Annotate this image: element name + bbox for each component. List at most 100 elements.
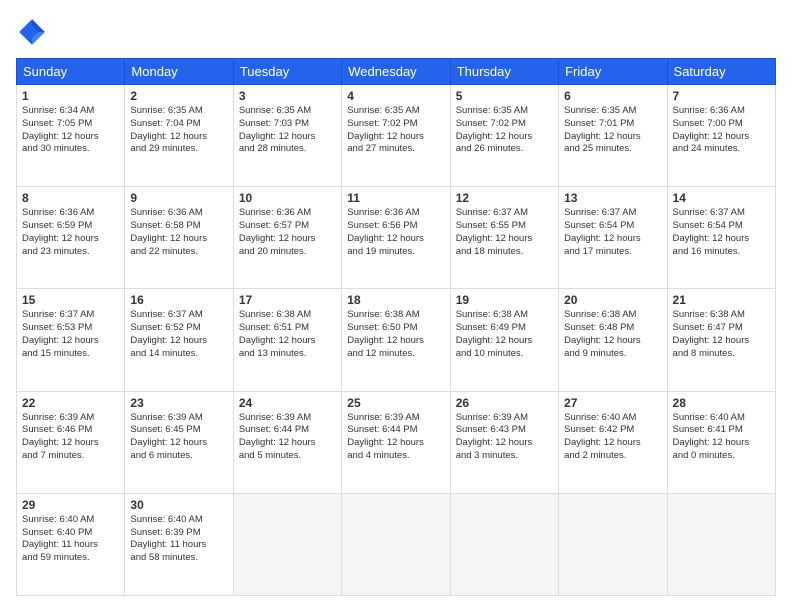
day-info: Sunrise: 6:39 AM Sunset: 6:44 PM Dayligh… (347, 412, 444, 463)
calendar-table: SundayMondayTuesdayWednesdayThursdayFrid… (16, 58, 776, 596)
day-number: 28 (673, 396, 770, 410)
day-number: 11 (347, 191, 444, 205)
day-info: Sunrise: 6:37 AM Sunset: 6:55 PM Dayligh… (456, 207, 553, 258)
weekday-header-cell: Wednesday (342, 59, 450, 85)
calendar-day-cell: 27 Sunrise: 6:40 AM Sunset: 6:42 PM Dayli… (559, 391, 667, 493)
calendar-day-cell: 21Sunrise: 6:38 AM Sunset: 6:47 PM Dayli… (667, 289, 775, 391)
day-info: Sunrise: 6:39 AM Sunset: 6:45 PM Dayligh… (130, 412, 227, 463)
calendar-day-cell: 22 Sunrise: 6:39 AM Sunset: 6:46 PM Dayli… (17, 391, 125, 493)
day-number: 1 (22, 89, 119, 103)
day-info: Sunrise: 6:40 AM Sunset: 6:42 PM Dayligh… (564, 412, 661, 463)
logo-icon (16, 16, 48, 48)
weekday-header-row: SundayMondayTuesdayWednesdayThursdayFrid… (17, 59, 776, 85)
calendar-day-cell: 18 Sunrise: 6:38 AM Sunset: 6:50 PM Dayli… (342, 289, 450, 391)
weekday-header-cell: Monday (125, 59, 233, 85)
day-info: Sunrise: 6:36 AM Sunset: 6:59 PM Dayligh… (22, 207, 119, 258)
day-info: Sunrise: 6:35 AM Sunset: 7:02 PM Dayligh… (456, 105, 553, 156)
day-number: 12 (456, 191, 553, 205)
calendar-week-row: 15Sunrise: 6:37 AM Sunset: 6:53 PM Dayli… (17, 289, 776, 391)
day-info: Sunrise: 6:40 AM Sunset: 6:40 PM Dayligh… (22, 514, 119, 565)
calendar-day-cell: 12 Sunrise: 6:37 AM Sunset: 6:55 PM Dayli… (450, 187, 558, 289)
day-number: 25 (347, 396, 444, 410)
weekday-header-cell: Tuesday (233, 59, 341, 85)
day-number: 22 (22, 396, 119, 410)
calendar-day-cell: 23 Sunrise: 6:39 AM Sunset: 6:45 PM Dayli… (125, 391, 233, 493)
day-number: 3 (239, 89, 336, 103)
day-info: Sunrise: 6:40 AM Sunset: 6:39 PM Dayligh… (130, 514, 227, 565)
calendar-day-cell: 11 Sunrise: 6:36 AM Sunset: 6:56 PM Dayli… (342, 187, 450, 289)
day-info: Sunrise: 6:36 AM Sunset: 6:57 PM Dayligh… (239, 207, 336, 258)
day-number: 8 (22, 191, 119, 205)
day-number: 15 (22, 293, 119, 307)
day-number: 20 (564, 293, 661, 307)
calendar-day-cell: 15Sunrise: 6:37 AM Sunset: 6:53 PM Dayli… (17, 289, 125, 391)
calendar-day-cell: 16 Sunrise: 6:37 AM Sunset: 6:52 PM Dayli… (125, 289, 233, 391)
day-number: 5 (456, 89, 553, 103)
calendar-day-cell: 25 Sunrise: 6:39 AM Sunset: 6:44 PM Dayli… (342, 391, 450, 493)
day-info: Sunrise: 6:37 AM Sunset: 6:54 PM Dayligh… (673, 207, 770, 258)
calendar-day-cell: 5 Sunrise: 6:35 AM Sunset: 7:02 PM Daylig… (450, 85, 558, 187)
calendar-day-cell (667, 493, 775, 595)
day-info: Sunrise: 6:34 AM Sunset: 7:05 PM Dayligh… (22, 105, 119, 156)
calendar-day-cell: 1 Sunrise: 6:34 AM Sunset: 7:05 PM Daylig… (17, 85, 125, 187)
weekday-header-cell: Sunday (17, 59, 125, 85)
calendar-day-cell: 9 Sunrise: 6:36 AM Sunset: 6:58 PM Daylig… (125, 187, 233, 289)
calendar-day-cell: 19 Sunrise: 6:38 AM Sunset: 6:49 PM Dayli… (450, 289, 558, 391)
calendar-day-cell: 20Sunrise: 6:38 AM Sunset: 6:48 PM Dayli… (559, 289, 667, 391)
day-info: Sunrise: 6:39 AM Sunset: 6:44 PM Dayligh… (239, 412, 336, 463)
day-number: 30 (130, 498, 227, 512)
weekday-header-cell: Friday (559, 59, 667, 85)
calendar-day-cell: 13 Sunrise: 6:37 AM Sunset: 6:54 PM Dayli… (559, 187, 667, 289)
day-info: Sunrise: 6:35 AM Sunset: 7:01 PM Dayligh… (564, 105, 661, 156)
calendar-day-cell (450, 493, 558, 595)
calendar-week-row: 29 Sunrise: 6:40 AM Sunset: 6:40 PM Dayli… (17, 493, 776, 595)
calendar-day-cell: 3 Sunrise: 6:35 AM Sunset: 7:03 PM Daylig… (233, 85, 341, 187)
calendar-day-cell: 6 Sunrise: 6:35 AM Sunset: 7:01 PM Daylig… (559, 85, 667, 187)
day-info: Sunrise: 6:35 AM Sunset: 7:03 PM Dayligh… (239, 105, 336, 156)
calendar-day-cell: 30 Sunrise: 6:40 AM Sunset: 6:39 PM Dayli… (125, 493, 233, 595)
day-info: Sunrise: 6:36 AM Sunset: 6:56 PM Dayligh… (347, 207, 444, 258)
calendar-day-cell: 14 Sunrise: 6:37 AM Sunset: 6:54 PM Dayli… (667, 187, 775, 289)
calendar-day-cell: 4Sunrise: 6:35 AM Sunset: 7:02 PM Daylig… (342, 85, 450, 187)
day-info: Sunrise: 6:35 AM Sunset: 7:04 PM Dayligh… (130, 105, 227, 156)
calendar-day-cell (559, 493, 667, 595)
page: SundayMondayTuesdayWednesdayThursdayFrid… (0, 0, 792, 612)
calendar-day-cell: 7 Sunrise: 6:36 AM Sunset: 7:00 PM Daylig… (667, 85, 775, 187)
day-number: 13 (564, 191, 661, 205)
day-info: Sunrise: 6:37 AM Sunset: 6:52 PM Dayligh… (130, 309, 227, 360)
day-number: 19 (456, 293, 553, 307)
day-info: Sunrise: 6:40 AM Sunset: 6:41 PM Dayligh… (673, 412, 770, 463)
calendar-day-cell (342, 493, 450, 595)
day-info: Sunrise: 6:39 AM Sunset: 6:46 PM Dayligh… (22, 412, 119, 463)
day-number: 7 (673, 89, 770, 103)
day-info: Sunrise: 6:38 AM Sunset: 6:50 PM Dayligh… (347, 309, 444, 360)
day-info: Sunrise: 6:38 AM Sunset: 6:47 PM Dayligh… (673, 309, 770, 360)
day-number: 29 (22, 498, 119, 512)
day-number: 24 (239, 396, 336, 410)
calendar-day-cell (233, 493, 341, 595)
day-number: 16 (130, 293, 227, 307)
day-info: Sunrise: 6:36 AM Sunset: 6:58 PM Dayligh… (130, 207, 227, 258)
weekday-header-cell: Thursday (450, 59, 558, 85)
day-info: Sunrise: 6:37 AM Sunset: 6:54 PM Dayligh… (564, 207, 661, 258)
calendar-day-cell: 28 Sunrise: 6:40 AM Sunset: 6:41 PM Dayli… (667, 391, 775, 493)
calendar-week-row: 8 Sunrise: 6:36 AM Sunset: 6:59 PM Daylig… (17, 187, 776, 289)
day-number: 6 (564, 89, 661, 103)
day-number: 27 (564, 396, 661, 410)
weekday-header-cell: Saturday (667, 59, 775, 85)
header (16, 16, 776, 48)
day-number: 23 (130, 396, 227, 410)
day-number: 9 (130, 191, 227, 205)
calendar-day-cell: 2Sunrise: 6:35 AM Sunset: 7:04 PM Daylig… (125, 85, 233, 187)
calendar-day-cell: 29 Sunrise: 6:40 AM Sunset: 6:40 PM Dayli… (17, 493, 125, 595)
day-number: 18 (347, 293, 444, 307)
calendar-day-cell: 26Sunrise: 6:39 AM Sunset: 6:43 PM Dayli… (450, 391, 558, 493)
day-info: Sunrise: 6:38 AM Sunset: 6:49 PM Dayligh… (456, 309, 553, 360)
day-number: 14 (673, 191, 770, 205)
day-number: 17 (239, 293, 336, 307)
day-number: 10 (239, 191, 336, 205)
calendar-week-row: 1 Sunrise: 6:34 AM Sunset: 7:05 PM Daylig… (17, 85, 776, 187)
calendar-day-cell: 17Sunrise: 6:38 AM Sunset: 6:51 PM Dayli… (233, 289, 341, 391)
day-info: Sunrise: 6:39 AM Sunset: 6:43 PM Dayligh… (456, 412, 553, 463)
day-info: Sunrise: 6:36 AM Sunset: 7:00 PM Dayligh… (673, 105, 770, 156)
